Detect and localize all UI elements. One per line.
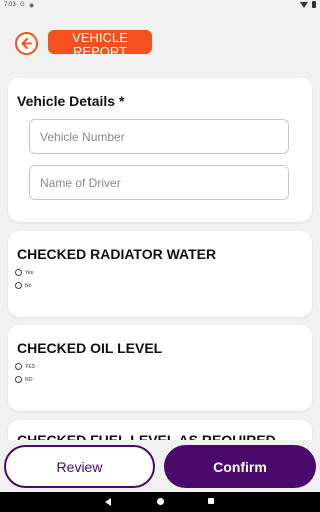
status-time: 7:03 [4, 2, 16, 8]
driver-name-input[interactable] [29, 165, 289, 200]
review-button[interactable]: Review [4, 445, 155, 488]
status-bar: 7:03 G ◉ [0, 0, 320, 12]
back-arrow-icon [21, 38, 32, 49]
oil-check-heading: CHECKED OIL LEVEL [17, 340, 163, 356]
battery-icon [312, 1, 316, 8]
footer-actions: Review Confirm [0, 440, 320, 492]
radio-label: NO [25, 376, 33, 383]
oil-yes-option[interactable]: YES [15, 363, 35, 370]
nav-home-icon[interactable] [157, 498, 164, 505]
wifi-icon [300, 1, 308, 8]
radiator-check-card: CHECKED RADIATOR WATER Yes No [8, 231, 312, 317]
nav-back-icon[interactable] [105, 498, 111, 506]
vehicle-number-input[interactable] [29, 119, 289, 154]
app-header: VEHICLE REPORT [0, 12, 320, 76]
confirm-button[interactable]: Confirm [164, 445, 316, 488]
status-icons [300, 1, 316, 8]
radiator-check-heading: CHECKED RADIATOR WATER [17, 246, 217, 262]
back-button[interactable] [15, 32, 38, 55]
vehicle-details-card: Vehicle Details * [8, 78, 312, 222]
page-title: VEHICLE REPORT [48, 30, 152, 54]
radiator-no-option[interactable]: No [15, 282, 31, 289]
radio-button[interactable] [15, 282, 22, 289]
radio-button[interactable] [15, 269, 22, 276]
oil-no-option[interactable]: NO [15, 376, 33, 383]
radio-button[interactable] [15, 376, 22, 383]
radio-label: No [25, 282, 32, 289]
system-nav-bar [0, 492, 320, 512]
radio-label: YES [25, 363, 36, 370]
radio-label: Yes [25, 269, 34, 276]
vehicle-details-heading: Vehicle Details * [17, 93, 125, 109]
radio-button[interactable] [15, 363, 22, 370]
nav-recents-icon[interactable] [208, 498, 214, 504]
notification-icon: ◉ [29, 3, 35, 9]
oil-check-card: CHECKED OIL LEVEL YES NO [8, 325, 312, 411]
google-icon: G [20, 2, 25, 8]
radiator-yes-option[interactable]: Yes [15, 269, 33, 276]
